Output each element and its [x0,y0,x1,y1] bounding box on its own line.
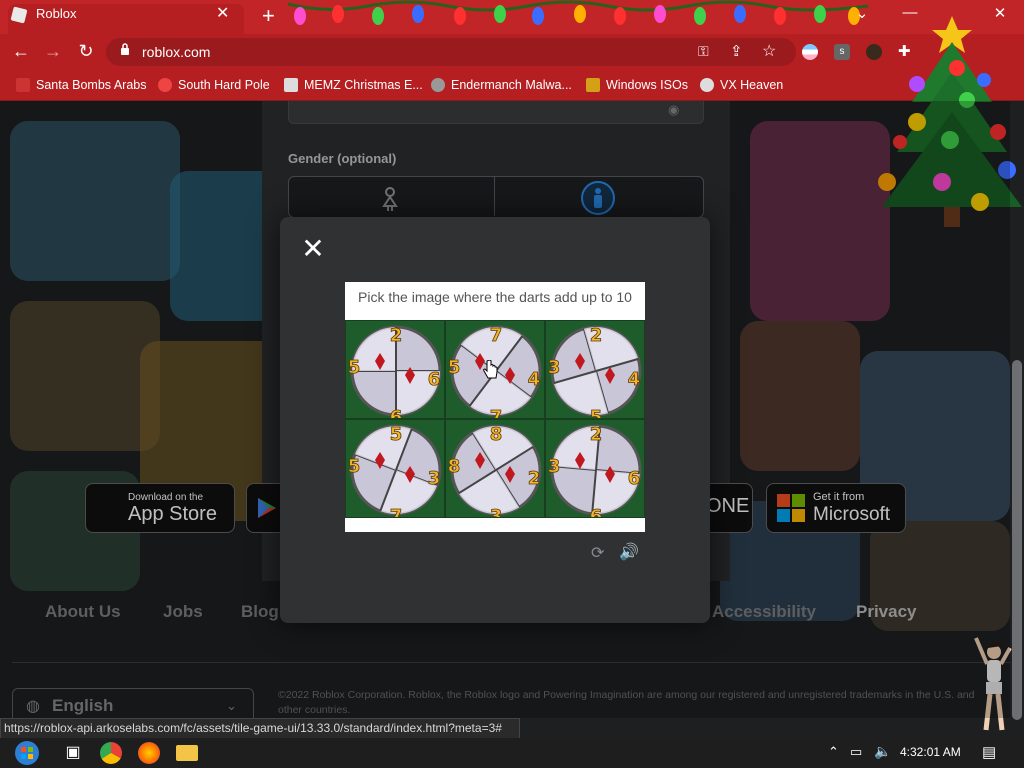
forward-icon[interactable]: → [42,41,64,62]
bookmark-item[interactable]: Endermanch Malwa... [431,76,572,94]
taskbar-clock[interactable]: 4:32:01 AM [900,745,961,759]
santa-icon [16,78,30,92]
lock-icon [121,43,129,55]
firefox-taskbar-icon[interactable] [138,742,160,764]
dart-score-label: 6 [428,369,441,390]
bookmark-item[interactable]: Santa Bombs Arabs [16,76,146,94]
extension-s-icon[interactable]: s [834,44,850,60]
dart-score-label: 6 [590,506,603,518]
start-button[interactable] [10,739,44,767]
dart-score-label: 3 [490,506,503,518]
dart-score-label: 4 [628,369,641,390]
dart-score-label: 3 [428,468,441,489]
dart-score-label: 4 [528,369,541,390]
dart-score-label: 5 [348,456,361,477]
captcha-tile-grid: 2665 7475 2453 5375 8238 2663 [345,320,645,518]
tab-close-icon[interactable]: ✕ [216,3,229,23]
bookmark-star-icon[interactable]: ☆ [762,41,776,61]
refresh-icon[interactable]: ⟳ [591,543,604,563]
file-explorer-icon[interactable] [176,745,198,761]
notification-icon[interactable]: ▤ [982,743,996,761]
captcha-tile[interactable]: 2 6 6 3 [545,419,645,518]
dart-score-label: 5 [448,357,461,378]
captcha-tile[interactable]: 2 6 6 5 [345,320,445,419]
close-icon[interactable]: ✕ [300,235,326,263]
network-icon[interactable]: ▭ [850,744,862,760]
dart-score-label: 5 [390,424,403,445]
share-icon[interactable]: ⇪ [730,42,743,60]
dartboard-image: 8 2 3 8 [446,420,544,518]
dart-score-label: 5 [590,407,603,419]
trophy-icon [586,78,600,92]
dart-score-label: 3 [548,357,561,378]
dart-score-label: 2 [590,424,603,445]
dart-score-label: 8 [448,456,461,477]
new-tab-button[interactable]: + [262,5,275,27]
skull-icon [700,78,714,92]
dart-score-label: 3 [548,456,561,477]
bookmark-item[interactable]: VX Heaven [700,76,783,94]
dart-score-label: 8 [490,424,503,445]
snowflake-icon [158,78,172,92]
chrome-taskbar-icon[interactable] [100,742,122,764]
key-icon[interactable]: ⚿ [698,43,709,60]
audio-icon[interactable]: 🔊 [619,542,639,562]
image-icon [284,78,298,92]
url-text: roblox.com [142,44,211,60]
dart-score-label: 6 [390,407,403,419]
volume-icon[interactable]: 🔈 [874,743,891,760]
extension-flag-icon[interactable] [802,44,818,60]
bookmark-item[interactable]: South Hard Pole [158,76,270,94]
dart-score-label: 2 [390,325,403,346]
captcha-tile[interactable]: 2 4 5 3 [545,320,645,419]
back-icon[interactable]: ← [10,41,32,62]
task-view-icon[interactable]: ▣ [62,742,84,764]
bookmark-item[interactable]: MEMZ Christmas E... [284,76,423,94]
reload-icon[interactable]: ↻ [75,41,97,62]
dart-score-label: 7 [490,325,503,346]
bookmark-item[interactable]: Windows ISOs [586,76,688,94]
tray-chevron-up-icon[interactable]: ⌃ [828,744,839,760]
dartboard-image: 2 6 6 3 [546,420,644,518]
christmas-lights-decoration [288,0,868,25]
raccoon-icon [431,78,445,92]
captcha-prompt: Pick the image where the darts add up to… [358,289,632,305]
dart-score-label: 6 [628,468,641,489]
dart-score-label: 2 [528,468,541,489]
dartboard-image: 5 3 7 5 [346,420,444,518]
dart-score-label: 7 [490,407,503,419]
dart-score-label: 5 [348,357,361,378]
hand-cursor-icon [483,360,498,379]
dartboard-image: 2 4 5 3 [546,321,644,419]
dart-score-label: 7 [390,506,403,518]
captcha-tile[interactable]: 5 3 7 5 [345,419,445,518]
captcha-tile[interactable]: 8 2 3 8 [445,419,545,518]
status-url: https://roblox-api.arkoselabs.com/fc/ass… [4,721,502,735]
dartboard-image: 2 6 6 5 [346,321,444,419]
dart-score-label: 2 [590,325,603,346]
tab-title: Roblox [36,6,77,21]
